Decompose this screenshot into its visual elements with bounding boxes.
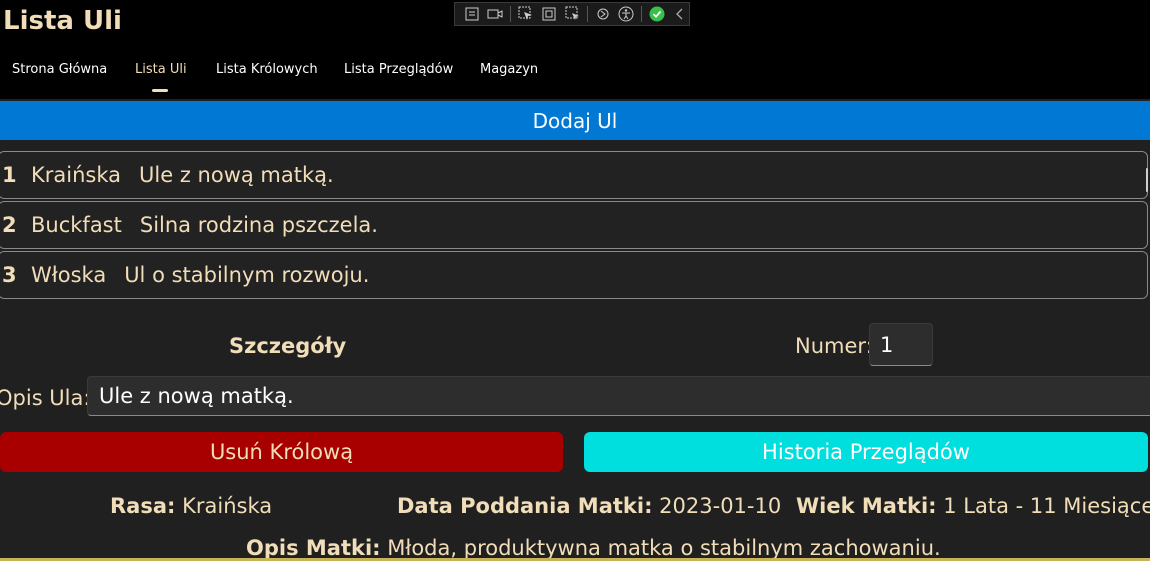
select-element-icon[interactable] <box>517 5 534 23</box>
active-tab-indicator <box>152 89 168 92</box>
debug-toolbar <box>454 2 690 26</box>
queen-date-info: Data Poddania Matki: 2023-01-10 <box>397 494 781 518</box>
number-label: Numer: <box>795 334 873 358</box>
description-field[interactable] <box>87 376 1150 416</box>
queen-description-info: Opis Matki: Młoda, produktywna matka o s… <box>246 536 941 560</box>
queen-age-info: Wiek Matki: 1 Lata - 11 Miesiące <box>796 494 1150 518</box>
breed-value: Kraińska <box>182 494 273 518</box>
track-focus-icon[interactable] <box>564 5 581 23</box>
nav-item-queens[interactable]: Lista Królowych <box>216 62 318 77</box>
remove-queen-button[interactable]: Usuń Królową <box>0 432 563 472</box>
details-heading: Szczegóły <box>229 334 347 358</box>
queen-age-value: 1 Lata - 11 Miesiące <box>943 494 1150 518</box>
queen-description-value: Młoda, produktywna matka o stabilnym zac… <box>387 536 941 560</box>
hot-reload-icon[interactable] <box>594 5 611 23</box>
breed-info: Rasa: Kraińska <box>110 494 272 518</box>
list-scrollbar[interactable] <box>1146 168 1148 192</box>
hive-description: Silna rodzina pszczela. <box>139 213 378 237</box>
app-title: Lista Uli <box>3 6 122 36</box>
nav-item-warehouse[interactable]: Magazyn <box>480 62 538 77</box>
queen-age-label: Wiek Matki: <box>796 494 937 518</box>
number-field[interactable] <box>869 323 933 366</box>
hive-breed: Buckfast <box>31 213 122 237</box>
inspection-history-button[interactable]: Historia Przeglądów <box>584 432 1148 472</box>
breed-label: Rasa: <box>110 494 176 518</box>
queen-description-label: Opis Matki: <box>246 536 381 560</box>
add-hive-button[interactable]: Dodaj Ul <box>0 101 1150 140</box>
nav-item-inspections[interactable]: Lista Przeglądów <box>344 62 453 77</box>
hive-number: 2 <box>2 213 17 237</box>
nav-item-hives[interactable]: Lista Uli <box>135 62 187 77</box>
hive-description: Ul o stabilnym rozwoju. <box>124 263 370 287</box>
video-icon[interactable] <box>486 5 503 23</box>
hive-number: 3 <box>2 263 17 287</box>
display-layout-icon[interactable] <box>540 5 557 23</box>
list-item[interactable]: 1 Kraińska Ule z nową matką. <box>0 151 1148 199</box>
list-item[interactable]: 2 Buckfast Silna rodzina pszczela. <box>0 201 1148 249</box>
list-item[interactable]: 3 Włoska Ul o stabilnym rozwoju. <box>0 251 1148 299</box>
nav-item-home[interactable]: Strona Główna <box>12 62 107 77</box>
accessibility-icon[interactable] <box>618 5 635 23</box>
live-tree-icon[interactable] <box>463 5 480 23</box>
queen-date-label: Data Poddania Matki: <box>397 494 653 518</box>
hive-breed: Kraińska <box>31 163 122 187</box>
collapse-chevron-icon[interactable] <box>672 5 689 23</box>
hive-description: Ule z nową matką. <box>139 163 334 187</box>
toolbar-separator <box>587 6 589 22</box>
queen-date-value: 2023-01-10 <box>659 494 782 518</box>
toolbar-separator <box>641 6 643 22</box>
hive-number: 1 <box>2 163 17 187</box>
toolbar-separator <box>509 6 511 22</box>
hive-breed: Włoska <box>31 263 107 287</box>
checkmark-icon[interactable] <box>648 5 665 23</box>
description-label: Opis Ula: <box>0 386 91 410</box>
